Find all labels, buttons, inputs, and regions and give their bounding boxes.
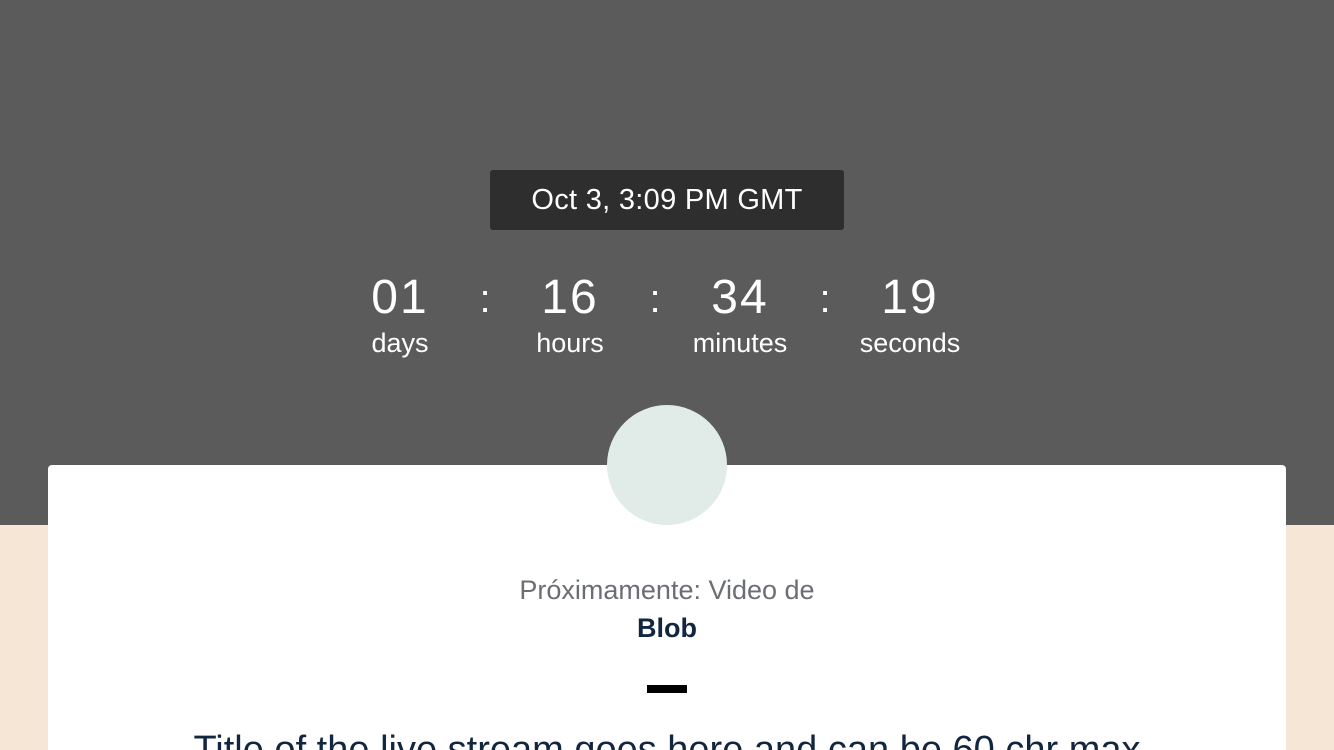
countdown-hours-label: hours [536, 328, 604, 358]
countdown-days-label: days [371, 328, 429, 358]
avatar[interactable] [607, 405, 727, 525]
countdown-minutes-value: 34 [711, 271, 769, 324]
page: Oct 3, 3:09 PM GMT 01 days : 16 hours : … [0, 0, 1334, 750]
stream-title: Title of the live stream goes here and c… [193, 729, 1141, 750]
countdown-minutes-label: minutes [692, 328, 788, 358]
author-name[interactable]: Blob [0, 611, 1334, 645]
upcoming-subtitle: Próximamente: Video de [519, 575, 815, 605]
countdown-seconds-value: 19 [881, 271, 939, 324]
countdown-timer: 01 days : 16 hours : 34 minutes : 19 sec… [0, 268, 1334, 368]
countdown-minutes: 34 minutes [660, 268, 820, 360]
scheduled-date-badge: Oct 3, 3:09 PM GMT [490, 170, 844, 230]
countdown-seconds-label: seconds [859, 328, 961, 358]
countdown-days: 01 days [320, 268, 480, 360]
countdown-hours-value: 16 [541, 271, 599, 324]
countdown-days-value: 01 [371, 271, 429, 324]
countdown-seconds: 19 seconds [830, 268, 990, 360]
divider [647, 685, 687, 693]
countdown-hours: 16 hours [490, 268, 650, 360]
